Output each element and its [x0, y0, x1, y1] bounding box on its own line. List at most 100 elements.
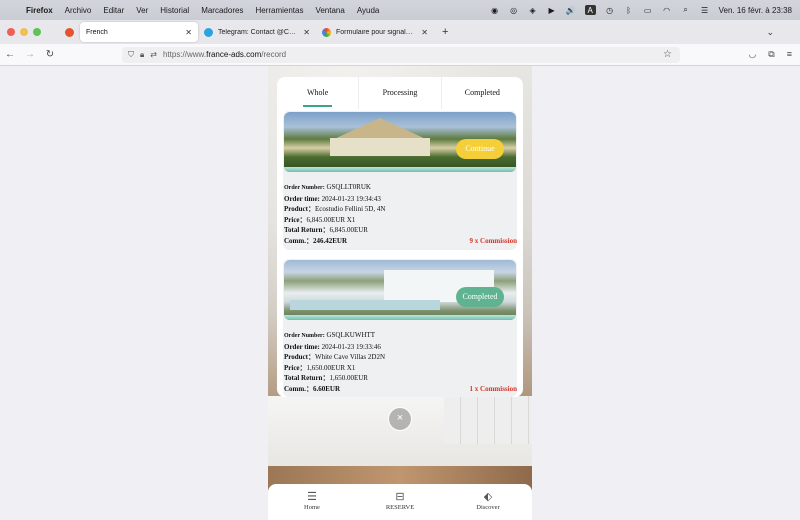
close-window-icon[interactable]: [7, 28, 15, 36]
bed-icon: ⊟: [395, 491, 405, 503]
menu-bar-status-area: ◉ ◎ ◈ ▶ 🔊 A ◷ ᛒ ▭ ◠ ⌕ ☰ Ven. 16 févr. à …: [490, 0, 792, 20]
image-roof: [332, 118, 428, 140]
order-details: Order Number: GSQLKUWHTT Order time: 202…: [283, 321, 517, 394]
nav-discover-label: Discover: [476, 504, 500, 511]
close-tab-icon[interactable]: ✕: [185, 28, 192, 37]
nav-discover[interactable]: ⬖ Discover: [444, 484, 532, 520]
image-house: [330, 138, 430, 156]
forward-icon[interactable]: →: [20, 49, 40, 60]
wifi-icon[interactable]: ◠: [662, 5, 672, 15]
url-domain: france-ads.com: [206, 50, 262, 59]
order-time: 2024-01-23 19:33:46: [321, 342, 381, 351]
price-row: Price：6,845.00EUR X1: [284, 215, 516, 226]
comm-label: Comm.：: [284, 384, 313, 393]
browser-tab-bar: French ✕ Telegram: Contact @Chole784 ✕ F…: [0, 20, 800, 44]
price-label: Price：: [284, 363, 307, 372]
pinned-tab[interactable]: [58, 22, 80, 42]
menu-ayuda[interactable]: Ayuda: [351, 6, 386, 15]
order-time-label: Order time:: [284, 342, 320, 351]
menu-editar[interactable]: Editar: [97, 6, 130, 15]
tab-processing[interactable]: Processing: [358, 77, 440, 109]
play-icon[interactable]: ▶: [547, 5, 557, 15]
input-source-icon[interactable]: A: [584, 5, 596, 15]
commission-multiplier: 1 x Commission: [469, 384, 517, 393]
order-time-row: Order time: 2024-01-23 19:34:43: [284, 194, 516, 205]
tag-icon: ⬖: [483, 491, 493, 503]
order-number-label: Order Number:: [284, 185, 325, 191]
total-return-label: Total Return：: [284, 226, 330, 234]
menu-archivo[interactable]: Archivo: [59, 6, 98, 15]
price-row: Price：1,650.00EUR X1: [284, 363, 516, 374]
time-machine-icon[interactable]: ◷: [605, 5, 615, 15]
firefox-favicon-icon: [64, 27, 74, 37]
price-value: 1,650.00EUR X1: [306, 363, 356, 372]
control-center-icon[interactable]: ☰: [700, 5, 710, 15]
order-number: GSQLLT0RUK: [326, 183, 371, 191]
mobile-page: Whole Processing Completed Continue Orde…: [268, 66, 532, 520]
tab-title: Telegram: Contact @Chole784: [218, 28, 298, 36]
menu-herramientas[interactable]: Herramientas: [249, 6, 309, 15]
order-product-image: Completed: [284, 260, 516, 320]
order-number: GSQLKUWHTT: [326, 331, 376, 339]
total-return-value: 6,845.00EUR: [329, 226, 368, 234]
price-value: 6,845.00EUR X1: [306, 215, 356, 224]
wechat-icon[interactable]: ◉: [490, 5, 500, 15]
zoom-window-icon[interactable]: [33, 28, 41, 36]
close-tab-icon[interactable]: ✕: [421, 28, 428, 37]
order-number-label: Order Number:: [284, 333, 325, 339]
product-name: Ecostudio Fellini 5D, 4N: [314, 205, 386, 213]
extensions-icon[interactable]: ⧉: [768, 49, 774, 60]
list-all-tabs-icon[interactable]: ⌄: [766, 27, 774, 38]
vpn-icon[interactable]: ◎: [509, 5, 519, 15]
volume-icon[interactable]: 🔊: [566, 5, 576, 15]
permissions-icon[interactable]: ⇄: [150, 50, 157, 59]
menu-app-firefox[interactable]: Firefox: [20, 6, 59, 15]
url-text[interactable]: https://www.france-ads.com/record: [163, 50, 286, 59]
close-tab-icon[interactable]: ✕: [303, 28, 310, 37]
tab-whole[interactable]: Whole: [277, 77, 358, 109]
nav-reserve[interactable]: ⊟ RESERVE: [356, 484, 444, 520]
tracking-protection-icon[interactable]: ⛉: [128, 50, 134, 60]
continue-button[interactable]: Continue: [456, 139, 504, 159]
image-pool: [290, 300, 440, 310]
tab-completed[interactable]: Completed: [440, 77, 523, 109]
eye-icon[interactable]: ◈: [528, 5, 538, 15]
bookmark-star-icon[interactable]: ☆: [663, 49, 672, 60]
commission-multiplier: 9 x Commission: [469, 236, 517, 245]
menu-ver[interactable]: Ver: [130, 6, 154, 15]
product-row: Product：White Cave Villas 2D2N: [284, 352, 516, 363]
tab-formulaire[interactable]: Formulaire pour signaler une Ar ✕: [316, 22, 434, 42]
back-icon[interactable]: ←: [0, 49, 20, 60]
menu-historial[interactable]: Historial: [154, 6, 195, 15]
menu-ventana[interactable]: Ventana: [309, 6, 350, 15]
comm-value: 246.42EUR: [312, 236, 347, 245]
browser-navigation-bar: ← → ↻ ⛉ 🔒︎ ⇄ https://www.france-ads.com/…: [0, 44, 800, 66]
comm-value: 6.60EUR: [312, 384, 340, 393]
menu-icon[interactable]: ≡: [787, 49, 792, 60]
clock[interactable]: Ven. 16 févr. à 23:38: [719, 6, 792, 15]
reload-icon[interactable]: ↻: [40, 49, 60, 60]
completed-button[interactable]: Completed: [456, 287, 504, 307]
lock-icon[interactable]: 🔒︎: [140, 50, 144, 60]
bluetooth-icon[interactable]: ᛒ: [624, 5, 634, 15]
order-number-row: Order Number: GSQLKUWHTT: [284, 330, 516, 342]
background-bed-panel: [444, 396, 532, 444]
total-return-row: Total Return：6,845.00EUR: [284, 225, 516, 236]
address-bar[interactable]: ⛉ 🔒︎ ⇄ https://www.france-ads.com/record…: [122, 46, 680, 63]
product-label: Product：: [284, 353, 315, 361]
telegram-favicon-icon: [204, 27, 213, 37]
order-number-row: Order Number: GSQLLT0RUK: [284, 182, 516, 194]
order-filter-tabs: Whole Processing Completed: [277, 77, 523, 109]
pocket-icon[interactable]: ◡: [748, 49, 756, 60]
close-panel-button[interactable]: ×: [388, 407, 412, 431]
tab-french[interactable]: French ✕: [80, 22, 198, 42]
menu-marcadores[interactable]: Marcadores: [195, 6, 249, 15]
minimize-window-icon[interactable]: [20, 28, 28, 36]
tab-telegram[interactable]: Telegram: Contact @Chole784 ✕: [198, 22, 316, 42]
search-icon[interactable]: ⌕: [681, 5, 691, 15]
new-tab-icon[interactable]: +: [434, 26, 456, 38]
battery-icon[interactable]: ▭: [643, 5, 653, 15]
order-record-panel: Whole Processing Completed Continue Orde…: [277, 77, 523, 397]
image-wave: [284, 167, 516, 172]
nav-home[interactable]: ☰ Home: [268, 484, 356, 520]
